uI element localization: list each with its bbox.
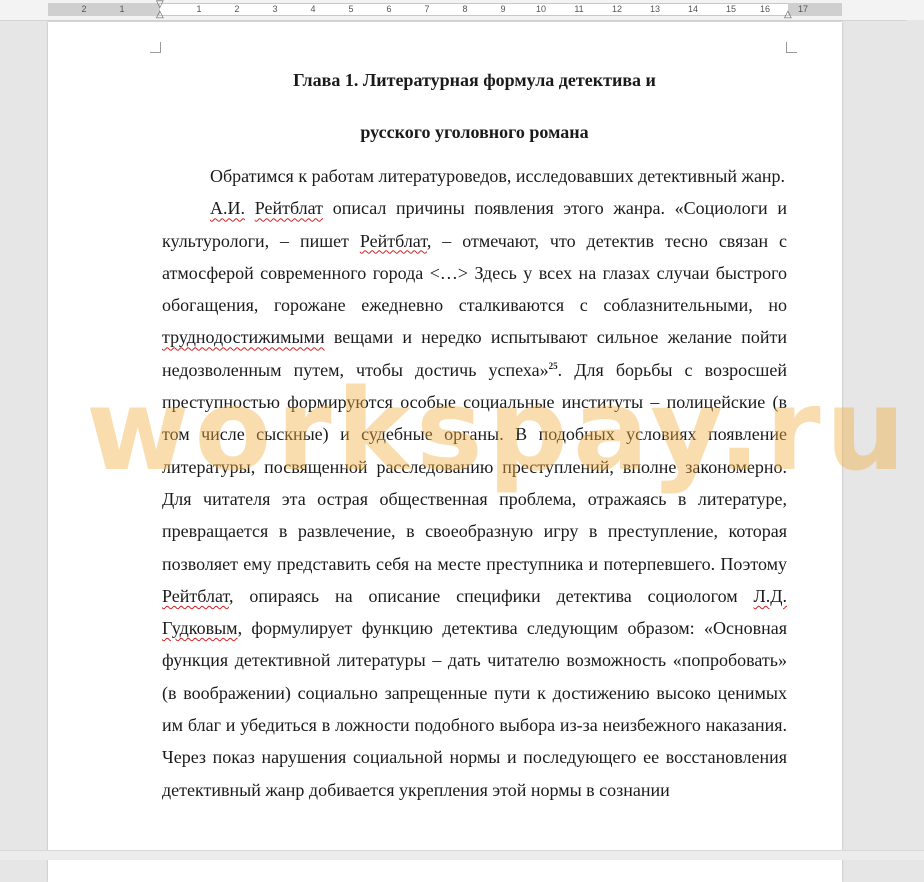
- ruler-number: 15: [725, 4, 737, 14]
- text-boundary-corner: [786, 42, 797, 53]
- ruler-number: 8: [462, 4, 468, 14]
- ruler-number: 6: [386, 4, 392, 14]
- text-run: , опираясь на описание специфики детекти…: [229, 585, 754, 606]
- spell-error: Рейтблат: [162, 585, 229, 606]
- ruler-number: 1: [119, 4, 125, 14]
- document-body[interactable]: Глава 1. Литературная формула детектива …: [162, 54, 787, 806]
- ruler-number: 14: [687, 4, 699, 14]
- ruler-number: 17: [797, 4, 809, 14]
- ruler-number: 9: [500, 4, 506, 14]
- right-indent-marker[interactable]: △: [784, 10, 792, 20]
- paragraph-intro: Обратимся к работам литературоведов, исс…: [210, 166, 786, 186]
- ruler-track: [48, 3, 842, 16]
- ruler-right-margin: [788, 3, 842, 16]
- text-run: . Для борьбы с возросшей преступностью ф…: [162, 359, 787, 574]
- footnote-reference[interactable]: 25: [549, 361, 558, 371]
- ruler-number: 7: [424, 4, 430, 14]
- spell-error: Гудковым: [162, 618, 238, 639]
- ruler-number: 3: [272, 4, 278, 14]
- ruler-number: 1: [196, 4, 202, 14]
- text-boundary-corner: [150, 42, 161, 53]
- ruler-number: 16: [759, 4, 771, 14]
- ruler-number: 4: [310, 4, 316, 14]
- ruler-number: 2: [81, 4, 87, 14]
- ruler-number: 11: [574, 4, 584, 14]
- ruler-number: 12: [611, 4, 623, 14]
- ruler-number: 10: [535, 4, 547, 14]
- text-run: , формулирует функцию детектива следующи…: [162, 618, 787, 800]
- horizontal-ruler[interactable]: 2 1 1 2 3 4 5 6 7 8 9 10 11 12 13 14 15 …: [0, 0, 924, 21]
- paragraph-main: А.И. Рейтблат описал причины появления э…: [162, 192, 787, 806]
- spell-error: Рейтблат: [254, 198, 324, 219]
- spell-error: Л.Д.: [753, 585, 788, 606]
- ruler-number: 13: [649, 4, 661, 14]
- document-page[interactable]: Глава 1. Литературная формула детектива …: [48, 22, 842, 882]
- spell-error: А.И.: [210, 198, 245, 219]
- ruler-left-margin: [48, 3, 160, 16]
- chapter-heading-line-1: Глава 1. Литературная формула детектива …: [293, 70, 656, 90]
- hanging-indent-marker[interactable]: △: [156, 10, 164, 20]
- ruler-number: 5: [348, 4, 354, 14]
- text-run: [245, 198, 255, 218]
- ruler-number: 2: [234, 4, 240, 14]
- spell-error: Рейтблат: [359, 230, 427, 251]
- spell-error: труднодостижимыми: [162, 327, 325, 348]
- vertical-scrollbar[interactable]: [906, 20, 924, 850]
- chapter-heading-line-2: русского уголовного романа: [360, 122, 589, 142]
